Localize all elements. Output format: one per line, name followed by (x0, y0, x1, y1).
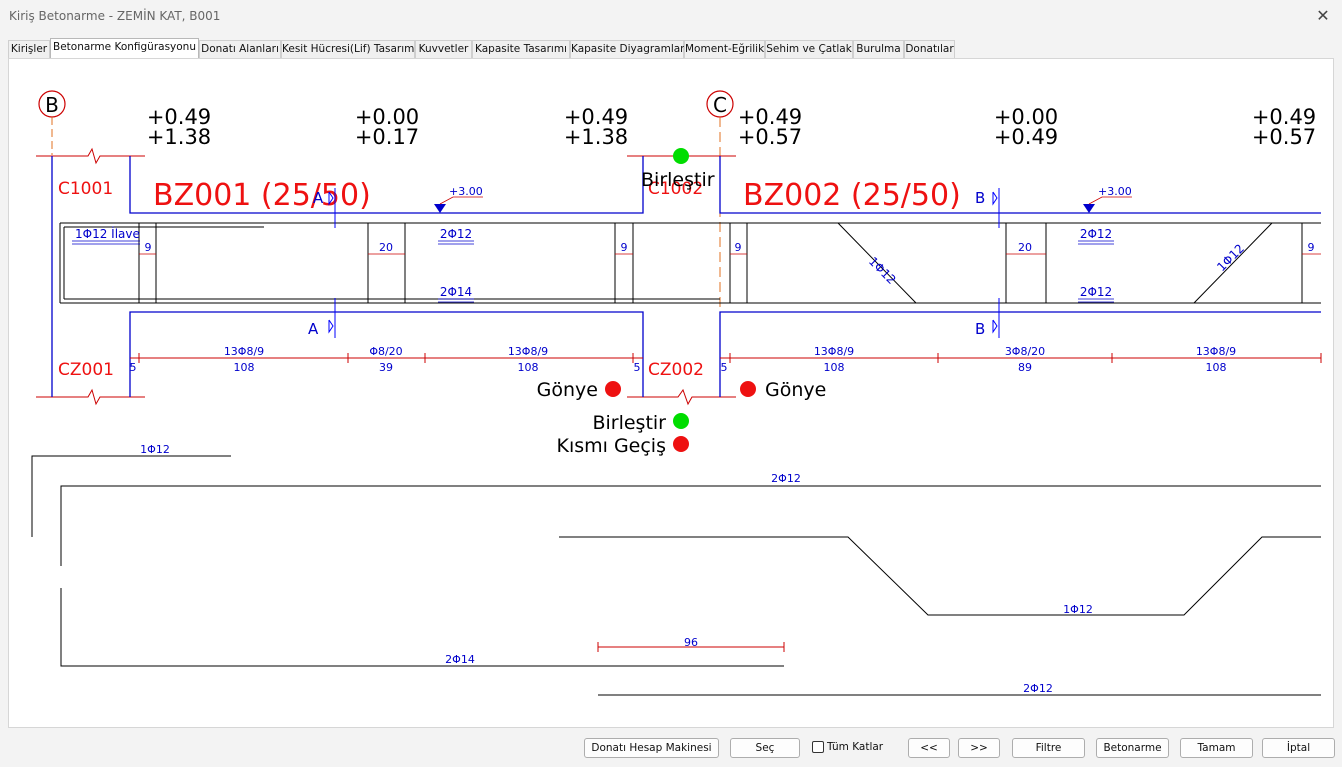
stirrup-b1-3-len: 108 (518, 361, 539, 374)
stirrup-b2-3-len: 108 (1206, 361, 1227, 374)
stirrup-b1-2-label: Φ8/20 (369, 345, 402, 358)
stirrup-b1-1-label: 13Φ8/9 (224, 345, 264, 358)
stirrup-b2-1-len: 108 (824, 361, 845, 374)
detail-labels: 1Φ12 2Φ12 1Φ12 96 2Φ14 2Φ12 (140, 443, 1093, 695)
section-a-bottom: A (308, 320, 319, 338)
dim-20-b: 20 (1018, 241, 1032, 254)
prev-button[interactable]: << (908, 738, 950, 758)
tab-moment-egrilik[interactable]: Moment-Eğrilik (684, 40, 765, 58)
tab-betonarme-konfigurasyonu[interactable]: Betonarme Konfigürasyonu (50, 38, 199, 59)
gonye-right-toggle[interactable] (740, 381, 756, 397)
title-bar: Kiriş Betonarme - ZEMİN KAT, B001 ✕ (0, 0, 1342, 32)
sec-button[interactable]: Seç (730, 738, 800, 758)
kismi-gecis-toggle[interactable] (673, 436, 689, 452)
detail-bottom-right: 2Φ12 (1023, 682, 1053, 695)
stirrup-b1-3-label: 13Φ8/9 (508, 345, 548, 358)
rebar-details (31, 455, 1321, 696)
detail-dim-96: 96 (684, 636, 698, 649)
elev-b1: +3.00 (449, 185, 483, 198)
iptal-button[interactable]: İptal (1262, 738, 1335, 758)
rebar-long-lines (59, 222, 1321, 304)
drawing-canvas[interactable]: B C +0.49 +1.38 +0.00 +0.17 +0.49 +1.38 … (22, 70, 1322, 715)
filtre-button[interactable]: Filtre (1012, 738, 1085, 758)
birlestir-top-toggle[interactable] (673, 148, 689, 164)
birlestir-bottom-toggle[interactable] (673, 413, 689, 429)
detail-bottom-left: 2Φ14 (445, 653, 475, 666)
rebar-b2-top-label: 2Φ12 (1080, 227, 1112, 241)
beam-bz001: BZ001 (25/50) (153, 178, 371, 213)
stirrup-gap-3: 5 (721, 361, 728, 374)
tum-katlar-checkbox[interactable] (812, 741, 824, 753)
elev-b2: +3.00 (1098, 185, 1132, 198)
gonye-left-toggle[interactable] (605, 381, 621, 397)
tab-donati-alanlari[interactable]: Donatı Alanları (199, 40, 281, 58)
moment-3-bottom: +1.38 (564, 125, 628, 149)
dim-20-a: 20 (379, 241, 393, 254)
close-icon[interactable]: ✕ (1312, 5, 1334, 27)
rebar-labels: 1Φ12 İlave 2Φ12 2Φ14 2Φ12 2Φ12 1Φ12 1Φ12 (72, 226, 1247, 303)
axis-b-marker: B (38, 90, 66, 155)
axis-c-label: C (713, 93, 727, 117)
beam-bz002: BZ002 (25/50) (743, 178, 961, 213)
stirrup-gap-2: 5 (634, 361, 641, 374)
tab-sehim-catlak[interactable]: Sehim ve Çatlak (765, 40, 853, 58)
rebar-b2-bottom-label: 2Φ12 (1080, 285, 1112, 299)
kismi-gecis-label: Kısmı Geçiş (556, 435, 666, 457)
gonye-left-label: Gönye (537, 379, 598, 401)
stirrup-b1-2-len: 39 (379, 361, 393, 374)
birlestir-top-label: Birleştir (641, 169, 715, 191)
next-button[interactable]: >> (958, 738, 1000, 758)
column-c1001: C1001 (58, 179, 113, 199)
rebar-ilave-label: 1Φ12 İlave (75, 226, 140, 241)
detail-top-long: 2Φ12 (771, 472, 801, 485)
section-b-bottom: B (975, 320, 985, 338)
tab-kuvvetler[interactable]: Kuvvetler (415, 40, 472, 58)
axis-b-label: B (45, 93, 59, 117)
rebar-bent-right-label: 1Φ12 (1214, 241, 1247, 274)
stirrup-b2-1-label: 13Φ8/9 (814, 345, 854, 358)
detail-top-left: 1Φ12 (140, 443, 170, 456)
moment-2-bottom: +0.17 (355, 125, 419, 149)
rebar-b1-bottom-label: 2Φ14 (440, 285, 472, 299)
dim-9-d: 9 (1308, 241, 1315, 254)
tab-kapasite-diyagramlari[interactable]: Kapasite Diyagramları (570, 40, 687, 58)
betonarme-button[interactable]: Betonarme (1096, 738, 1169, 758)
stirrup-b1-1-len: 108 (234, 361, 255, 374)
section-b-top: B (975, 189, 985, 207)
tab-kesit-hucresi[interactable]: Kesit Hücresi(Lif) Tasarımı (281, 40, 417, 58)
column-cz002: CZ002 (648, 360, 704, 380)
rebar-b1-top-label: 2Φ12 (440, 227, 472, 241)
stirrup-b2-2-len: 89 (1018, 361, 1032, 374)
moment-values: +0.49 +1.38 +0.00 +0.17 +0.49 +1.38 +0.4… (147, 105, 1316, 149)
tab-burulma[interactable]: Burulma (853, 40, 904, 58)
tum-katlar-label: Tüm Katlar (827, 741, 884, 753)
dim-9-a: 9 (145, 241, 152, 254)
moment-5-bottom: +0.49 (994, 125, 1058, 149)
birlestir-bottom-label: Birleştir (592, 412, 666, 434)
dim-9-b: 9 (621, 241, 628, 254)
rebar-bent-left-label: 1Φ12 (866, 254, 899, 287)
moment-4-bottom: +0.57 (738, 125, 802, 149)
moment-6-bottom: +0.57 (1252, 125, 1316, 149)
tab-kapasite-tasarimi[interactable]: Kapasite Tasarımı (472, 40, 570, 58)
section-a-top: A (313, 189, 324, 207)
stirrup-b2-2-label: 3Φ8/20 (1005, 345, 1045, 358)
moment-1-bottom: +1.38 (147, 125, 211, 149)
column-cz001: CZ001 (58, 360, 114, 380)
dim-9-c: 9 (735, 241, 742, 254)
tab-donatilar[interactable]: Donatılar (904, 40, 955, 58)
detail-bent: 1Φ12 (1063, 603, 1093, 616)
stirrup-gap-1: 5 (130, 361, 137, 374)
beam-labels: BZ001 (25/50) BZ002 (25/50) (153, 178, 961, 213)
gonye-right-label: Gönye (765, 379, 826, 401)
tab-kirisler[interactable]: Kirişler (8, 40, 50, 58)
stirrup-b2-3-label: 13Φ8/9 (1196, 345, 1236, 358)
tamam-button[interactable]: Tamam (1180, 738, 1253, 758)
beam-drawing: B C +0.49 +1.38 +0.00 +0.17 +0.49 +1.38 … (31, 90, 1322, 696)
donati-hesap-makinesi-button[interactable]: Donatı Hesap Makinesi (584, 738, 719, 758)
window-title: Kiriş Betonarme - ZEMİN KAT, B001 (9, 9, 221, 23)
